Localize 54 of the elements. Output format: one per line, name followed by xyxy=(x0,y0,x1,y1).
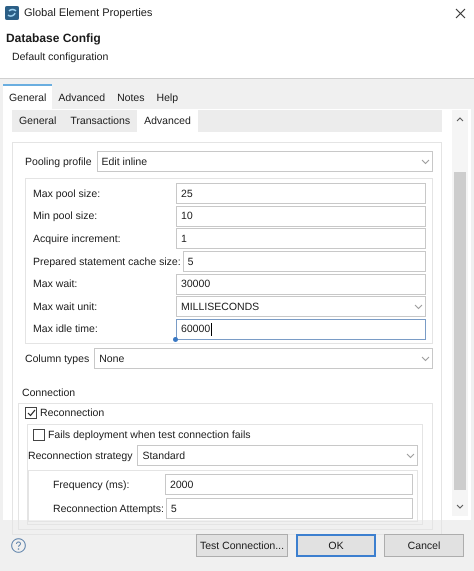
input-field[interactable]: 10 xyxy=(176,206,426,227)
help-icon[interactable] xyxy=(11,538,26,553)
close-icon[interactable] xyxy=(455,8,466,18)
app-icon xyxy=(5,6,19,20)
dialog-title: Database Config xyxy=(6,31,102,45)
field-label: Prepared statement cache size: xyxy=(33,256,182,268)
info-icon xyxy=(173,336,178,342)
dialog-button[interactable]: OK xyxy=(296,534,376,557)
tab[interactable]: Transactions xyxy=(63,110,138,132)
checkbox[interactable] xyxy=(25,407,37,420)
dialog-subtitle: Default configuration xyxy=(11,51,110,63)
input-field[interactable]: 2000 xyxy=(165,474,413,496)
input-field[interactable]: 5 xyxy=(166,498,413,520)
field-label: Pooling profile xyxy=(25,156,93,168)
chevron-up-icon[interactable] xyxy=(456,116,464,122)
field-label: Reconnection strategy xyxy=(28,450,134,462)
dropdown[interactable]: MILLISECONDS xyxy=(176,296,426,318)
input-field[interactable]: 5 xyxy=(182,251,426,272)
tab[interactable]: Advanced xyxy=(137,110,198,132)
input-field[interactable]: 60000 xyxy=(176,318,426,340)
field-label: Max wait: xyxy=(33,278,78,290)
tab[interactable]: General xyxy=(12,110,64,132)
tab[interactable]: General xyxy=(3,84,52,109)
input-field[interactable]: 25 xyxy=(176,183,426,204)
dropdown[interactable]: None xyxy=(94,348,433,370)
chevron-down-icon xyxy=(406,452,415,459)
dropdown[interactable]: Standard xyxy=(137,445,418,466)
input-field[interactable]: 1 xyxy=(176,228,426,250)
group-label: Connection xyxy=(22,387,76,400)
chevron-down-icon xyxy=(414,304,423,310)
field-label: Frequency (ms): xyxy=(53,478,130,491)
checkmark-icon xyxy=(26,409,36,418)
tab[interactable]: Notes xyxy=(111,84,150,109)
dialog-button[interactable]: Test Connection... xyxy=(196,534,288,557)
chevron-down-icon xyxy=(421,158,430,164)
checkbox-label: Fails deployment when test connection fails xyxy=(48,429,251,442)
window-title: Global Element Properties xyxy=(24,7,154,19)
field-label: Acquire increment: xyxy=(33,232,122,245)
field-label: Max idle time: xyxy=(33,323,99,336)
tab[interactable]: Advanced xyxy=(52,84,112,109)
scrollbar-thumb[interactable] xyxy=(454,172,466,490)
field-label: Reconnection Attempts: xyxy=(53,502,165,515)
field-label: Min pool size: xyxy=(33,210,98,222)
checkbox-label: Reconnection xyxy=(40,407,104,420)
dropdown[interactable]: Edit inline xyxy=(96,151,433,172)
field-label: Column types xyxy=(25,352,90,365)
chevron-down-icon[interactable] xyxy=(456,504,464,510)
chevron-down-icon xyxy=(421,356,430,362)
input-field[interactable]: 30000 xyxy=(176,274,426,295)
field-label: Max wait unit: xyxy=(33,300,98,313)
dialog-button[interactable]: Cancel xyxy=(384,534,464,557)
checkbox[interactable] xyxy=(33,429,45,442)
field-label: Max pool size: xyxy=(33,188,102,200)
tab[interactable]: Help xyxy=(150,84,184,109)
